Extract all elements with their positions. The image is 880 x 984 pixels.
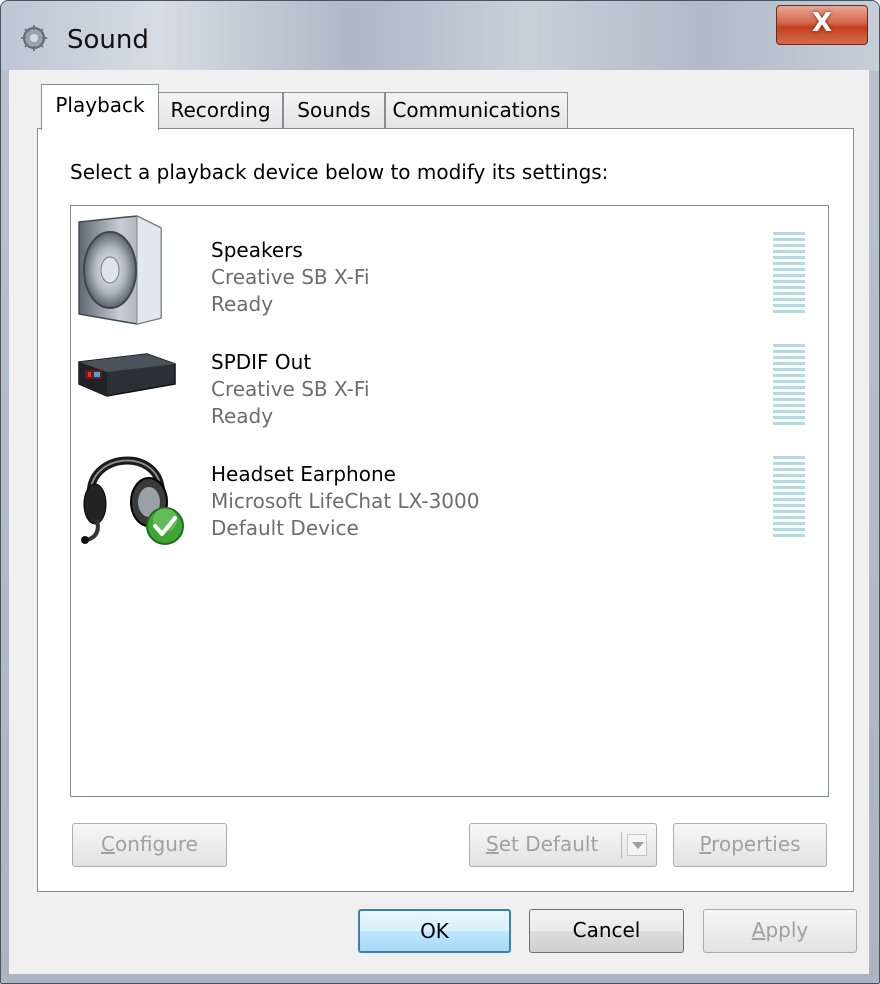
set-default-accel: S bbox=[486, 832, 499, 856]
tab-sounds-label: Sounds bbox=[297, 98, 371, 122]
window-title: Sound bbox=[67, 25, 149, 55]
ok-label: OK bbox=[420, 919, 449, 943]
properties-button[interactable]: Properties bbox=[673, 823, 827, 867]
device-list[interactable]: Speakers Creative SB X-Fi Ready SPDIF Ou… bbox=[70, 205, 829, 797]
tab-playback-label: Playback bbox=[55, 93, 145, 117]
apply-button[interactable]: Apply bbox=[703, 909, 857, 953]
tab-communications[interactable]: Communications bbox=[385, 92, 568, 129]
set-default-label: et Default bbox=[498, 832, 599, 856]
list-item-headset-earphone[interactable]: Headset Earphone Microsoft LifeChat LX-3… bbox=[71, 438, 828, 550]
volume-meter bbox=[773, 456, 805, 542]
cancel-label: Cancel bbox=[572, 918, 641, 942]
device-name: SPDIF Out bbox=[211, 350, 312, 374]
properties-accel: P bbox=[699, 832, 712, 856]
apply-label: pply bbox=[765, 918, 809, 942]
tab-communications-label: Communications bbox=[392, 98, 561, 122]
tab-recording-label: Recording bbox=[170, 98, 271, 122]
device-driver: Creative SB X-Fi bbox=[211, 265, 370, 289]
chevron-down-icon[interactable] bbox=[627, 834, 647, 856]
device-status: Ready bbox=[211, 404, 274, 428]
instruction-text: Select a playback device below to modify… bbox=[70, 160, 609, 184]
device-name: Speakers bbox=[211, 238, 303, 262]
close-icon: X bbox=[811, 8, 833, 38]
cancel-button[interactable]: Cancel bbox=[529, 909, 684, 953]
tab-recording[interactable]: Recording bbox=[158, 92, 283, 129]
title-bar[interactable]: Sound X bbox=[1, 1, 879, 71]
tab-playback[interactable]: Playback bbox=[41, 84, 159, 130]
set-default-split-button[interactable]: Set Default bbox=[469, 823, 657, 867]
properties-label: roperties bbox=[711, 832, 801, 856]
configure-accel: C bbox=[101, 832, 115, 856]
volume-meter bbox=[773, 232, 805, 318]
apply-accel: A bbox=[751, 918, 766, 942]
device-name: Headset Earphone bbox=[211, 462, 396, 486]
ok-button[interactable]: OK bbox=[358, 909, 511, 953]
close-button[interactable]: X bbox=[776, 5, 868, 45]
configure-label: onfigure bbox=[115, 832, 198, 856]
configure-button[interactable]: Configure bbox=[72, 823, 227, 867]
device-driver: Creative SB X-Fi bbox=[211, 377, 370, 401]
speaker-icon bbox=[78, 215, 162, 325]
device-status: Default Device bbox=[211, 516, 359, 540]
default-check-icon bbox=[146, 507, 184, 545]
volume-meter bbox=[773, 344, 805, 430]
list-item-speakers[interactable]: Speakers Creative SB X-Fi Ready bbox=[71, 214, 828, 326]
tab-sounds[interactable]: Sounds bbox=[283, 92, 385, 129]
list-item-spdif-out[interactable]: SPDIF Out Creative SB X-Fi Ready bbox=[71, 326, 828, 438]
device-driver: Microsoft LifeChat LX-3000 bbox=[211, 489, 480, 513]
digital-output-icon bbox=[78, 353, 176, 397]
device-status: Ready bbox=[211, 292, 274, 316]
split-separator bbox=[621, 832, 622, 858]
sound-app-icon bbox=[21, 25, 47, 51]
